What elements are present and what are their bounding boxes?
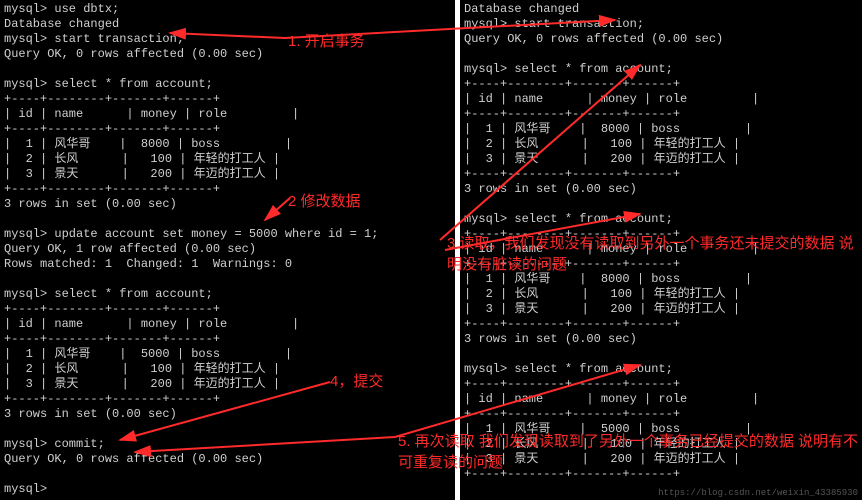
term-line: Query OK, 0 rows affected (0.00 sec)	[4, 47, 263, 61]
term-line: 3 rows in set (0.00 sec)	[464, 332, 637, 346]
term-line: +----+--------+-------+------+	[4, 182, 220, 196]
term-line: | id | name | money | role |	[4, 317, 299, 331]
term-line: 3 rows in set (0.00 sec)	[464, 182, 637, 196]
term-line: +----+--------+-------+------+	[4, 92, 220, 106]
term-line: | 1 | 风华哥 | 8000 | boss |	[4, 137, 292, 151]
term-line: mysql> select * from account;	[4, 77, 213, 91]
term-line: mysql> update account set money = 5000 w…	[4, 227, 378, 241]
term-line: 3 rows in set (0.00 sec)	[4, 197, 177, 211]
term-line: +----+--------+-------+------+	[464, 317, 680, 331]
term-line: +----+--------+-------+------+	[464, 407, 680, 421]
term-line: +----+--------+-------+------+	[464, 377, 680, 391]
term-line: Database changed	[464, 2, 579, 16]
term-line: | 2 | 长风 | 100 | 年轻的打工人 |	[464, 437, 740, 451]
term-line: +----+--------+-------+------+	[4, 302, 220, 316]
term-line: Query OK, 0 rows affected (0.00 sec)	[464, 32, 723, 46]
term-line: mysql> select * from account;	[464, 212, 673, 226]
term-line: +----+--------+-------+------+	[464, 167, 680, 181]
term-line: +----+--------+-------+------+	[464, 107, 680, 121]
term-line: +----+--------+-------+------+	[464, 257, 680, 271]
term-line: +----+--------+-------+------+	[4, 332, 220, 346]
term-line: +----+--------+-------+------+	[4, 392, 220, 406]
term-line: | 2 | 长风 | 100 | 年轻的打工人 |	[4, 362, 280, 376]
term-line: +----+--------+-------+------+	[464, 467, 680, 481]
term-line: | 3 | 景天 | 200 | 年迈的打工人 |	[4, 167, 280, 181]
term-line: | id | name | money | role |	[464, 242, 759, 256]
term-line: | 2 | 长风 | 100 | 年轻的打工人 |	[464, 137, 740, 151]
term-line: mysql> use dbtx;	[4, 2, 119, 16]
right-terminal[interactable]: Database changed mysql> start transactio…	[460, 0, 862, 500]
term-line: +----+--------+-------+------+	[464, 77, 680, 91]
term-line: Query OK, 1 row affected (0.00 sec)	[4, 242, 256, 256]
term-line: Rows matched: 1 Changed: 1 Warnings: 0	[4, 257, 292, 271]
left-terminal[interactable]: mysql> use dbtx; Database changed mysql>…	[0, 0, 455, 500]
watermark: https://blog.csdn.net/weixin_43385930	[658, 488, 858, 498]
term-line: | 1 | 风华哥 | 8000 | boss |	[464, 122, 752, 136]
term-line: | id | name | money | role |	[464, 92, 759, 106]
term-line: | 3 | 景天 | 200 | 年迈的打工人 |	[464, 152, 740, 166]
term-line: | 2 | 长风 | 100 | 年轻的打工人 |	[464, 287, 740, 301]
term-line: mysql> select * from account;	[4, 287, 213, 301]
term-line: | 3 | 景天 | 200 | 年迈的打工人 |	[464, 302, 740, 316]
term-line: | id | name | money | role |	[464, 392, 759, 406]
term-line: | id | name | money | role |	[4, 107, 299, 121]
term-line: | 1 | 风华哥 | 5000 | boss |	[4, 347, 292, 361]
term-line: mysql> start transaction;	[464, 17, 644, 31]
term-line: | 1 | 风华哥 | 8000 | boss |	[464, 272, 752, 286]
term-line: mysql> select * from account;	[464, 62, 673, 76]
term-line: | 1 | 风华哥 | 5000 | boss |	[464, 422, 752, 436]
term-line: | 3 | 景天 | 200 | 年迈的打工人 |	[464, 452, 740, 466]
term-line: Query OK, 0 rows affected (0.00 sec)	[4, 452, 263, 466]
term-line: mysql> select * from account;	[464, 362, 673, 376]
term-line: +----+--------+-------+------+	[4, 122, 220, 136]
term-line: mysql> commit;	[4, 437, 105, 451]
term-line: Database changed	[4, 17, 119, 31]
term-line: +----+--------+-------+------+	[464, 227, 680, 241]
term-line: | 3 | 景天 | 200 | 年迈的打工人 |	[4, 377, 280, 391]
term-line: mysql>	[4, 482, 47, 496]
term-line: 3 rows in set (0.00 sec)	[4, 407, 177, 421]
term-line: | 2 | 长风 | 100 | 年轻的打工人 |	[4, 152, 280, 166]
term-line: mysql> start transaction;	[4, 32, 184, 46]
